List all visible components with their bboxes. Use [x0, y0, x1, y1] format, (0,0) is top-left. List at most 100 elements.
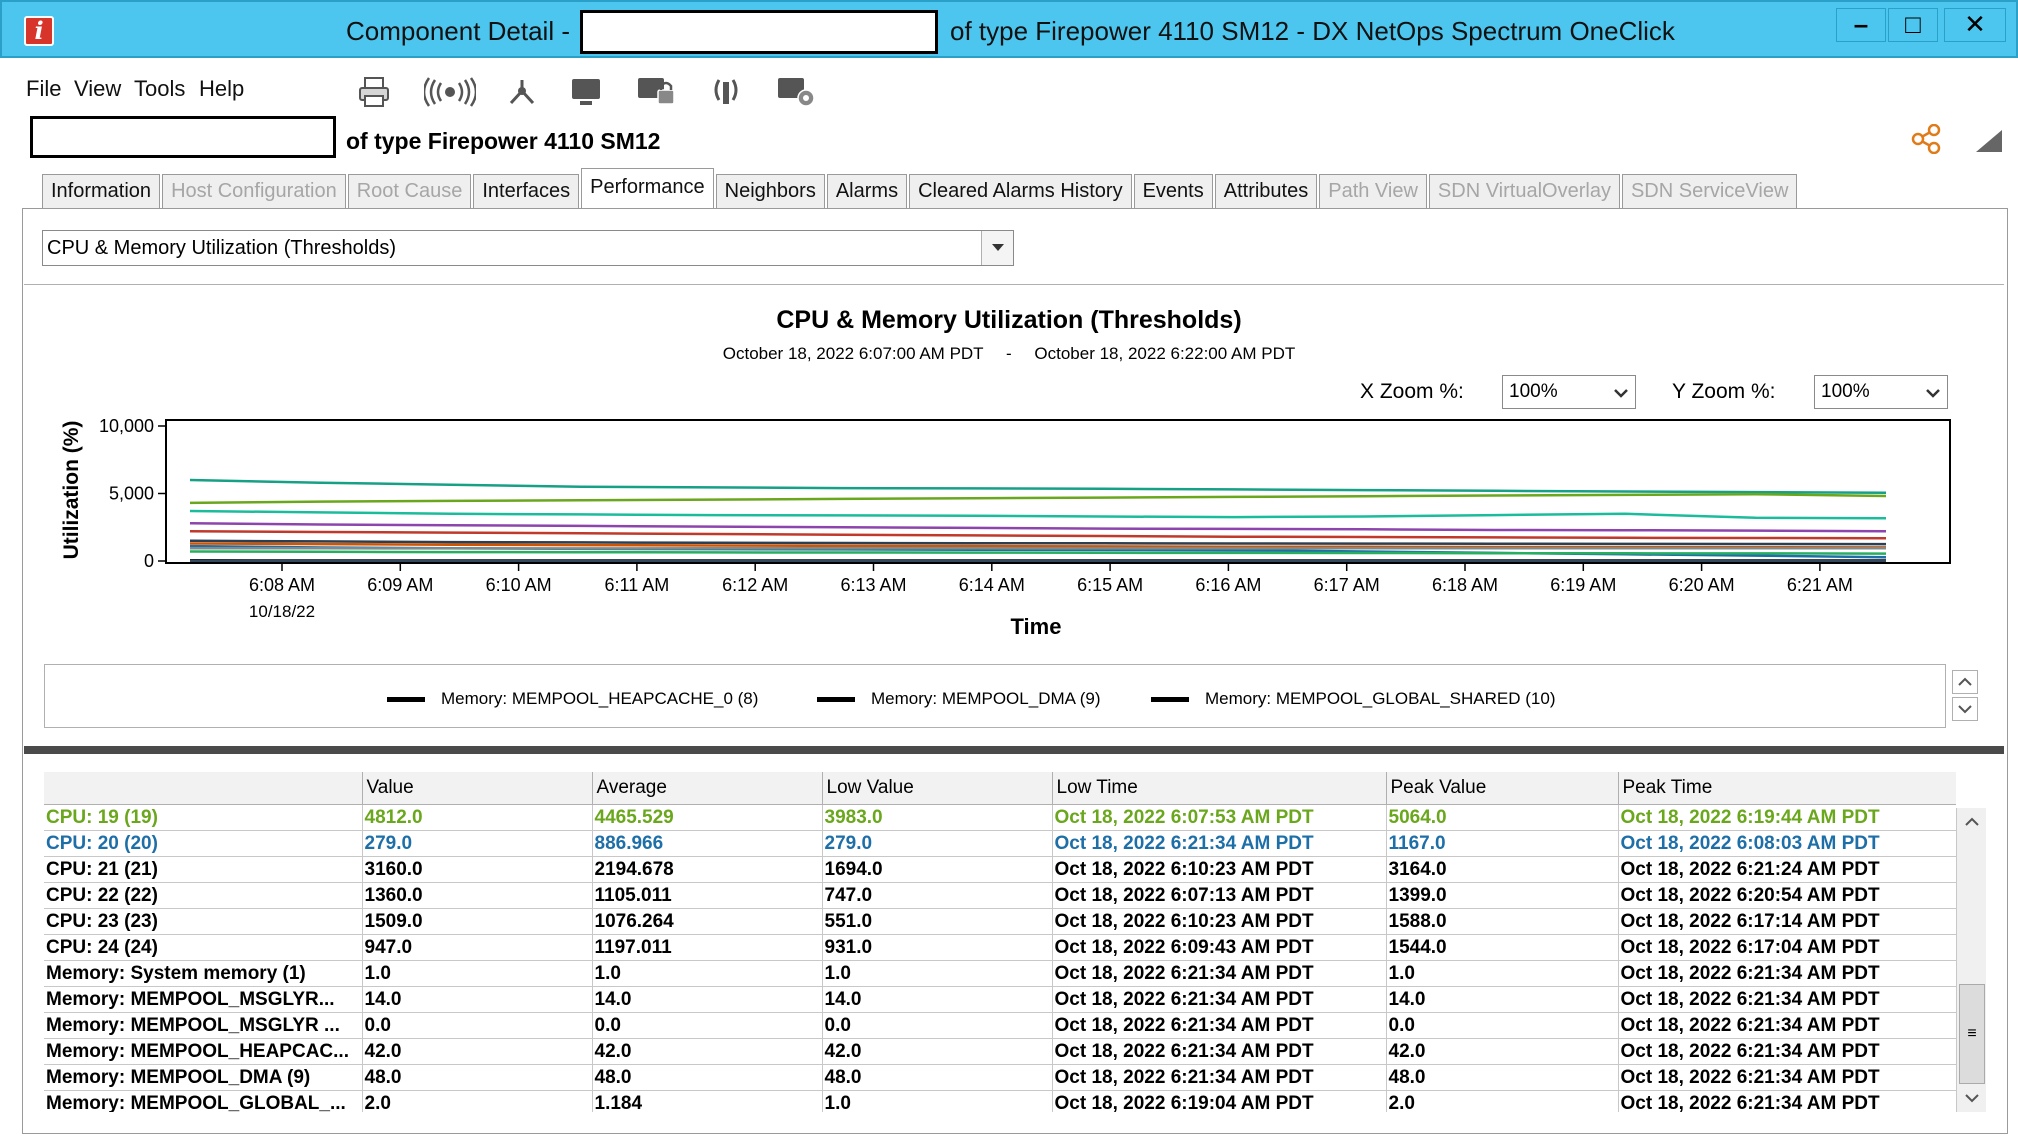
column-header[interactable]: Low Time [1052, 772, 1387, 805]
table-row[interactable]: CPU: 22 (22) 1360.0 1105.011 747.0 Oct 18, 2… [44, 882, 1956, 909]
table-cell: Oct 18, 2022 6:21:34 AM PDT [1618, 1038, 1956, 1065]
table-row[interactable]: Memory: MEMPOOL_DMA (9) 48.0 48.0 48.0 Oct 1… [44, 1064, 1956, 1091]
table-cell: 1509.0 [362, 908, 593, 935]
table-row[interactable]: Memory: MEMPOOL_GLOBAL_... 2.0 1.184 1.0 Oct… [44, 1090, 1956, 1112]
table-cell: 4465.529 [592, 804, 823, 831]
table-cell: 1105.011 [592, 882, 823, 909]
table-cell: Oct 18, 2022 6:21:34 AM PDT [1618, 1090, 1956, 1112]
table-cell: 1544.0 [1386, 934, 1619, 961]
performance-table: Value Average Low Value Low Time Peak Value P… [44, 772, 1956, 1112]
scroll-up-icon[interactable] [1952, 670, 1978, 694]
legend-label: Memory: MEMPOOL_HEAPCACHE_0 (8) [441, 689, 759, 708]
x-tick-label: 6:19 AM [1550, 575, 1616, 595]
table-cell: 48.0 [1386, 1064, 1619, 1091]
table-cell: 2194.678 [592, 856, 823, 883]
table-cell: 1694.0 [822, 856, 1053, 883]
table-row[interactable]: Memory: MEMPOOL_MSGLYR... 14.0 14.0 14.0 Oct… [44, 986, 1956, 1013]
table-cell: 1.184 [592, 1090, 823, 1112]
split-pane-divider[interactable] [24, 746, 2004, 754]
table-cell: 14.0 [362, 986, 593, 1013]
scroll-up-icon[interactable] [1959, 810, 1985, 834]
legend-item: Memory: MEMPOOL_GLOBAL_SHARED (10) [1151, 689, 1555, 709]
table-row[interactable]: Memory: MEMPOOL_HEAPCAC... 42.0 42.0 42.0 Oc… [44, 1038, 1956, 1065]
scroll-down-icon[interactable] [1952, 697, 1978, 721]
y-axis-label: Utilization (%) [60, 421, 83, 560]
table-cell: Oct 18, 2022 6:19:44 AM PDT [1618, 804, 1956, 831]
table-cell: Oct 18, 2022 6:09:43 AM PDT [1052, 934, 1387, 961]
legend-label: Memory: MEMPOOL_GLOBAL_SHARED (10) [1205, 689, 1556, 708]
table-cell: 279.0 [362, 830, 593, 857]
table-cell: Oct 18, 2022 6:07:13 AM PDT [1052, 882, 1387, 909]
table-cell: 551.0 [822, 908, 1053, 935]
table-cell: 4812.0 [362, 804, 593, 831]
table-cell: 14.0 [822, 986, 1053, 1013]
table-cell: 3160.0 [362, 856, 593, 883]
x-tick-label: 6:15 AM [1077, 575, 1143, 595]
table-cell: Oct 18, 2022 6:08:03 AM PDT [1618, 830, 1956, 857]
column-header[interactable]: Low Value [822, 772, 1053, 805]
x-tick-label: 6:11 AM [605, 575, 670, 595]
table-cell: 1399.0 [1386, 882, 1619, 909]
table-cell: CPU: 23 (23) [44, 908, 363, 935]
column-header[interactable]: Peak Time [1618, 772, 1956, 805]
table-row[interactable]: CPU: 20 (20) 279.0 886.966 279.0 Oct 18, 202… [44, 830, 1956, 857]
table-cell: 42.0 [1386, 1038, 1619, 1065]
y-tick-label: 10,000 [99, 416, 154, 436]
table-cell: Oct 18, 2022 6:21:34 AM PDT [1052, 1012, 1387, 1039]
table-cell: 3164.0 [1386, 856, 1619, 883]
table-row[interactable]: CPU: 24 (24) 947.0 1197.011 931.0 Oct 18, 20… [44, 934, 1956, 961]
table-cell: 3983.0 [822, 804, 1053, 831]
table-cell: 14.0 [592, 986, 823, 1013]
table-cell: 14.0 [1386, 986, 1619, 1013]
table-cell: Oct 18, 2022 6:21:34 AM PDT [1052, 830, 1387, 857]
table-cell: 48.0 [362, 1064, 593, 1091]
y-tick-label: 5,000 [109, 484, 154, 504]
table-cell: 0.0 [822, 1012, 1053, 1039]
x-tick-label: 6:13 AM [840, 575, 906, 595]
table-cell: Oct 18, 2022 6:07:53 AM PDT [1052, 804, 1387, 831]
x-tick-label: 6:14 AM [959, 575, 1025, 595]
utilization-line-chart: 0 5,000 10,000 Utilization (%) 6:08 AM 6:09 A… [60, 416, 1951, 639]
table-header-row: Value Average Low Value Low Time Peak Value P… [44, 772, 1956, 805]
x-tick-label: 6:16 AM [1195, 575, 1261, 595]
table-cell: Oct 18, 2022 6:10:23 AM PDT [1052, 908, 1387, 935]
table-cell: 48.0 [592, 1064, 823, 1091]
table-cell: 886.966 [592, 830, 823, 857]
x-tick-label: 6:20 AM [1669, 575, 1735, 595]
y-tick-label: 0 [144, 551, 154, 571]
table-cell: 279.0 [822, 830, 1053, 857]
table-cell: 0.0 [592, 1012, 823, 1039]
table-cell: Oct 18, 2022 6:21:34 AM PDT [1618, 960, 1956, 987]
table-scrollbar[interactable]: ≡ [1956, 808, 1986, 1112]
table-cell: 1.0 [362, 960, 593, 987]
table-cell: Oct 18, 2022 6:19:04 AM PDT [1052, 1090, 1387, 1112]
table-cell: Oct 18, 2022 6:10:23 AM PDT [1052, 856, 1387, 883]
table-row[interactable]: Memory: MEMPOOL_MSGLYR ... 0.0 0.0 0.0 Oct 1… [44, 1012, 1956, 1039]
table-row[interactable]: Memory: System memory (1) 1.0 1.0 1.0 Oct 18… [44, 960, 1956, 987]
table-cell: 1588.0 [1386, 908, 1619, 935]
table-cell: Oct 18, 2022 6:21:34 AM PDT [1052, 960, 1387, 987]
table-cell: Oct 18, 2022 6:21:34 AM PDT [1052, 986, 1387, 1013]
scroll-thumb[interactable]: ≡ [1959, 984, 1985, 1084]
legend-scrollbar[interactable] [1952, 670, 1980, 724]
scroll-down-icon[interactable] [1959, 1086, 1985, 1110]
table-cell: Oct 18, 2022 6:21:24 AM PDT [1618, 856, 1956, 883]
table-row[interactable]: CPU: 23 (23) 1509.0 1076.264 551.0 Oct 18, 2… [44, 908, 1956, 935]
table-cell: CPU: 21 (21) [44, 856, 363, 883]
table-cell: 42.0 [592, 1038, 823, 1065]
table-row[interactable]: CPU: 19 (19) 4812.0 4465.529 3983.0 Oct 18, … [44, 804, 1956, 831]
table-cell: Memory: MEMPOOL_HEAPCAC... [44, 1038, 363, 1065]
table-cell: Oct 18, 2022 6:21:34 AM PDT [1618, 986, 1956, 1013]
table-cell: Oct 18, 2022 6:17:14 AM PDT [1618, 908, 1956, 935]
table-cell: Oct 18, 2022 6:21:34 AM PDT [1618, 1012, 1956, 1039]
legend-label: Memory: MEMPOOL_DMA (9) [871, 689, 1101, 708]
table-row[interactable]: CPU: 21 (21) 3160.0 2194.678 1694.0 Oct 18, … [44, 856, 1956, 883]
table-cell: CPU: 19 (19) [44, 804, 363, 831]
legend-swatch [387, 696, 425, 702]
column-header[interactable]: Peak Value [1386, 772, 1619, 805]
column-header[interactable]: Average [592, 772, 823, 805]
table-cell: 1.0 [1386, 960, 1619, 987]
table-cell: Memory: MEMPOOL_DMA (9) [44, 1064, 363, 1091]
column-header[interactable] [44, 772, 363, 805]
column-header[interactable]: Value [362, 772, 593, 805]
